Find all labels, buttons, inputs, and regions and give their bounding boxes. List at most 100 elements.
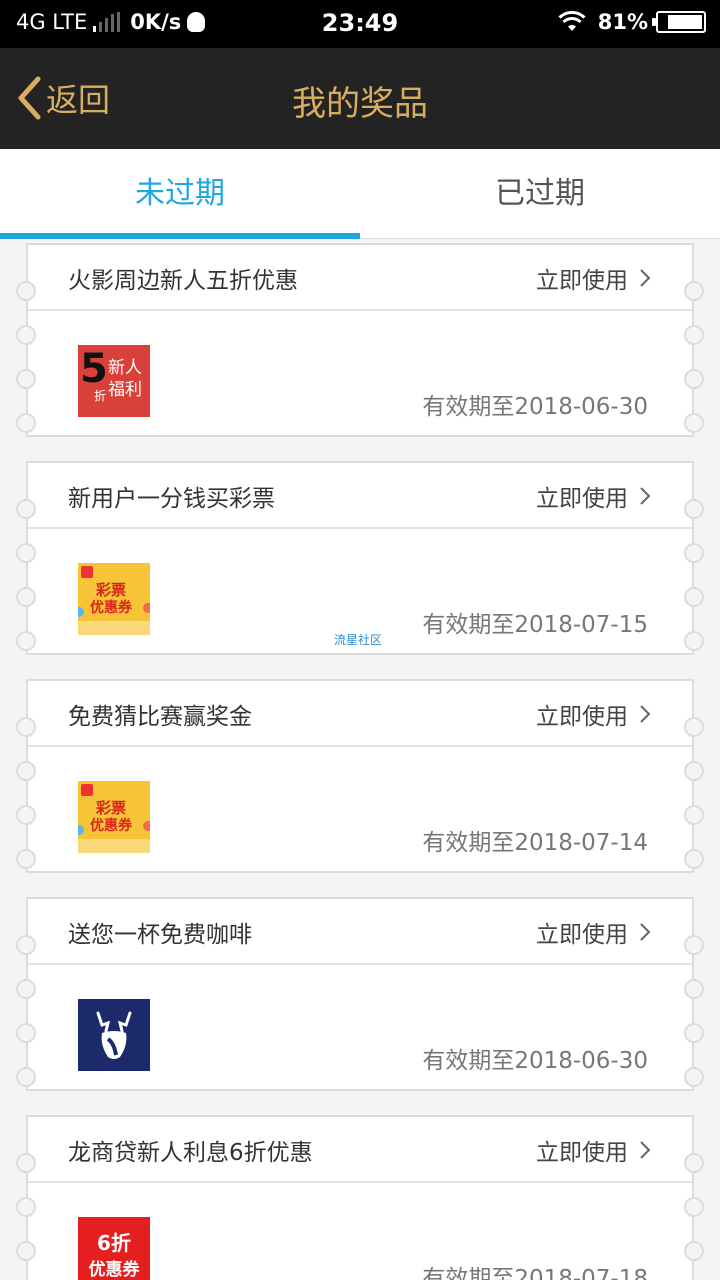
coupon-header: 新用户一分钱买彩票 立即使用 <box>28 463 692 529</box>
use-now-button[interactable]: 立即使用 <box>536 479 652 513</box>
coupon-header: 送您一杯免费咖啡 立即使用 <box>28 899 692 965</box>
ticket-notch <box>16 1153 36 1173</box>
thumb-text: 优惠券 <box>90 600 132 616</box>
thumb-text: 福利 <box>108 380 142 400</box>
thumb-text: 优惠券 <box>88 1260 140 1280</box>
naruto-discount-thumb: 5 折 新人 福利 <box>78 345 150 417</box>
expiry-date: 有效期至2018-07-18 <box>422 1266 648 1280</box>
coupon-header: 龙商贷新人利息6折优惠 立即使用 <box>28 1117 692 1183</box>
thumb-decoration <box>78 839 150 853</box>
thumb-text: 5 <box>80 346 108 392</box>
coupon-title: 送您一杯免费咖啡 <box>68 922 252 948</box>
tab-expired[interactable]: 已过期 <box>360 149 720 239</box>
ticket-notch <box>684 805 704 825</box>
ticket-notch <box>684 631 704 651</box>
ticket-notch <box>684 717 704 737</box>
coupon-card[interactable]: 送您一杯免费咖啡 立即使用 有效期至2018-06-30 <box>16 897 704 1091</box>
ticket-notch <box>684 935 704 955</box>
coupon-card[interactable]: 龙商贷新人利息6折优惠 立即使用 6折 优惠券 有效期至2018-07-18 <box>16 1115 704 1280</box>
balloon-icon <box>78 825 84 835</box>
ticket-notch <box>684 979 704 999</box>
coupon-card[interactable]: 免费猜比赛赢奖金 立即使用 彩票 优惠券 有效期至2018-07-14 <box>16 679 704 873</box>
ticket-notch <box>16 369 36 389</box>
use-now-label: 立即使用 <box>536 486 628 512</box>
use-now-button[interactable]: 立即使用 <box>536 697 652 731</box>
ticket-notch <box>684 1241 704 1261</box>
ticket-notch <box>684 849 704 869</box>
thumb-text: 6折 <box>97 1231 131 1255</box>
chevron-right-icon <box>640 487 651 505</box>
ticket-notch <box>16 1067 36 1087</box>
ticket-notch <box>684 543 704 563</box>
thumb-text: 优惠券 <box>90 818 132 834</box>
coupon-title: 免费猜比赛赢奖金 <box>68 704 252 730</box>
ticket-notch <box>16 1241 36 1261</box>
use-now-label: 立即使用 <box>536 922 628 948</box>
lottery-coupon-thumb: 彩票 优惠券 <box>78 563 150 635</box>
expiry-date: 有效期至2018-07-14 <box>422 830 648 856</box>
tab-bar: 未过期 已过期 <box>0 149 720 239</box>
prize-list[interactable]: 火影周边新人五折优惠 立即使用 5 折 新人 福利 有效期至2018-06-30… <box>0 240 720 1280</box>
ticket-notch <box>16 543 36 563</box>
watermark: 流星社区 <box>334 633 383 647</box>
lottery-coupon-thumb: 彩票 优惠券 <box>78 781 150 853</box>
ticket-notch <box>684 587 704 607</box>
ticket-notch <box>16 1023 36 1043</box>
ticket-notch <box>16 979 36 999</box>
expiry-date: 有效期至2018-07-15 <box>422 612 648 638</box>
ticket-notch <box>16 499 36 519</box>
ticket-notch <box>16 413 36 433</box>
deer-logo-icon <box>96 1011 132 1059</box>
ticket-notch <box>16 849 36 869</box>
thumb-text: 折 <box>94 389 107 403</box>
coupon-header: 火影周边新人五折优惠 立即使用 <box>28 245 692 311</box>
ticket-notch <box>684 499 704 519</box>
balloon-icon <box>78 607 84 617</box>
tab-indicator <box>0 233 360 239</box>
status-bar: 4G LTE 0K/s 23:49 81% <box>0 0 720 48</box>
coupon-card[interactable]: 火影周边新人五折优惠 立即使用 5 折 新人 福利 有效期至2018-06-30 <box>16 243 704 437</box>
ticket-notch <box>684 1153 704 1173</box>
loan-discount-thumb: 6折 优惠券 <box>78 1217 150 1280</box>
ticket-notch <box>16 325 36 345</box>
battery-percent: 81% <box>597 10 648 34</box>
brand-badge-icon <box>81 784 93 796</box>
ticket-notch <box>684 325 704 345</box>
ticket-notch <box>16 1197 36 1217</box>
nav-bar: 返回 我的奖品 <box>0 48 720 149</box>
ticket-notch <box>684 369 704 389</box>
ticket-notch <box>16 761 36 781</box>
chevron-right-icon <box>640 923 651 941</box>
use-now-label: 立即使用 <box>536 1140 628 1166</box>
battery-icon <box>652 11 706 33</box>
brand-badge-icon <box>81 566 93 578</box>
coupon-title: 火影周边新人五折优惠 <box>68 268 298 294</box>
ticket-notch <box>16 935 36 955</box>
thumb-decoration <box>78 621 150 635</box>
ticket-notch <box>684 413 704 433</box>
page-title: 我的奖品 <box>292 84 428 124</box>
use-now-button[interactable]: 立即使用 <box>536 261 652 295</box>
use-now-button[interactable]: 立即使用 <box>536 1133 652 1167</box>
ticket-notch <box>684 1067 704 1087</box>
chevron-right-icon <box>640 269 651 287</box>
wifi-icon <box>558 11 586 31</box>
ticket-notch <box>684 1197 704 1217</box>
coupon-card[interactable]: 新用户一分钱买彩票 立即使用 彩票 优惠券 有效期至2018-07-15 <box>16 461 704 655</box>
use-now-button[interactable]: 立即使用 <box>536 915 652 949</box>
status-right: 81% <box>558 10 706 34</box>
ticket-notch <box>684 281 704 301</box>
chevron-right-icon <box>640 705 651 723</box>
coupon-title: 龙商贷新人利息6折优惠 <box>68 1140 313 1166</box>
ticket-notch <box>16 587 36 607</box>
use-now-label: 立即使用 <box>536 704 628 730</box>
chevron-right-icon <box>640 1141 651 1159</box>
use-now-label: 立即使用 <box>536 268 628 294</box>
balloon-icon <box>143 603 150 613</box>
tab-unexpired[interactable]: 未过期 <box>0 149 360 239</box>
ticket-notch <box>16 281 36 301</box>
balloon-icon <box>143 821 150 831</box>
expiry-date: 有效期至2018-06-30 <box>422 394 648 420</box>
coupon-header: 免费猜比赛赢奖金 立即使用 <box>28 681 692 747</box>
ticket-notch <box>684 1023 704 1043</box>
